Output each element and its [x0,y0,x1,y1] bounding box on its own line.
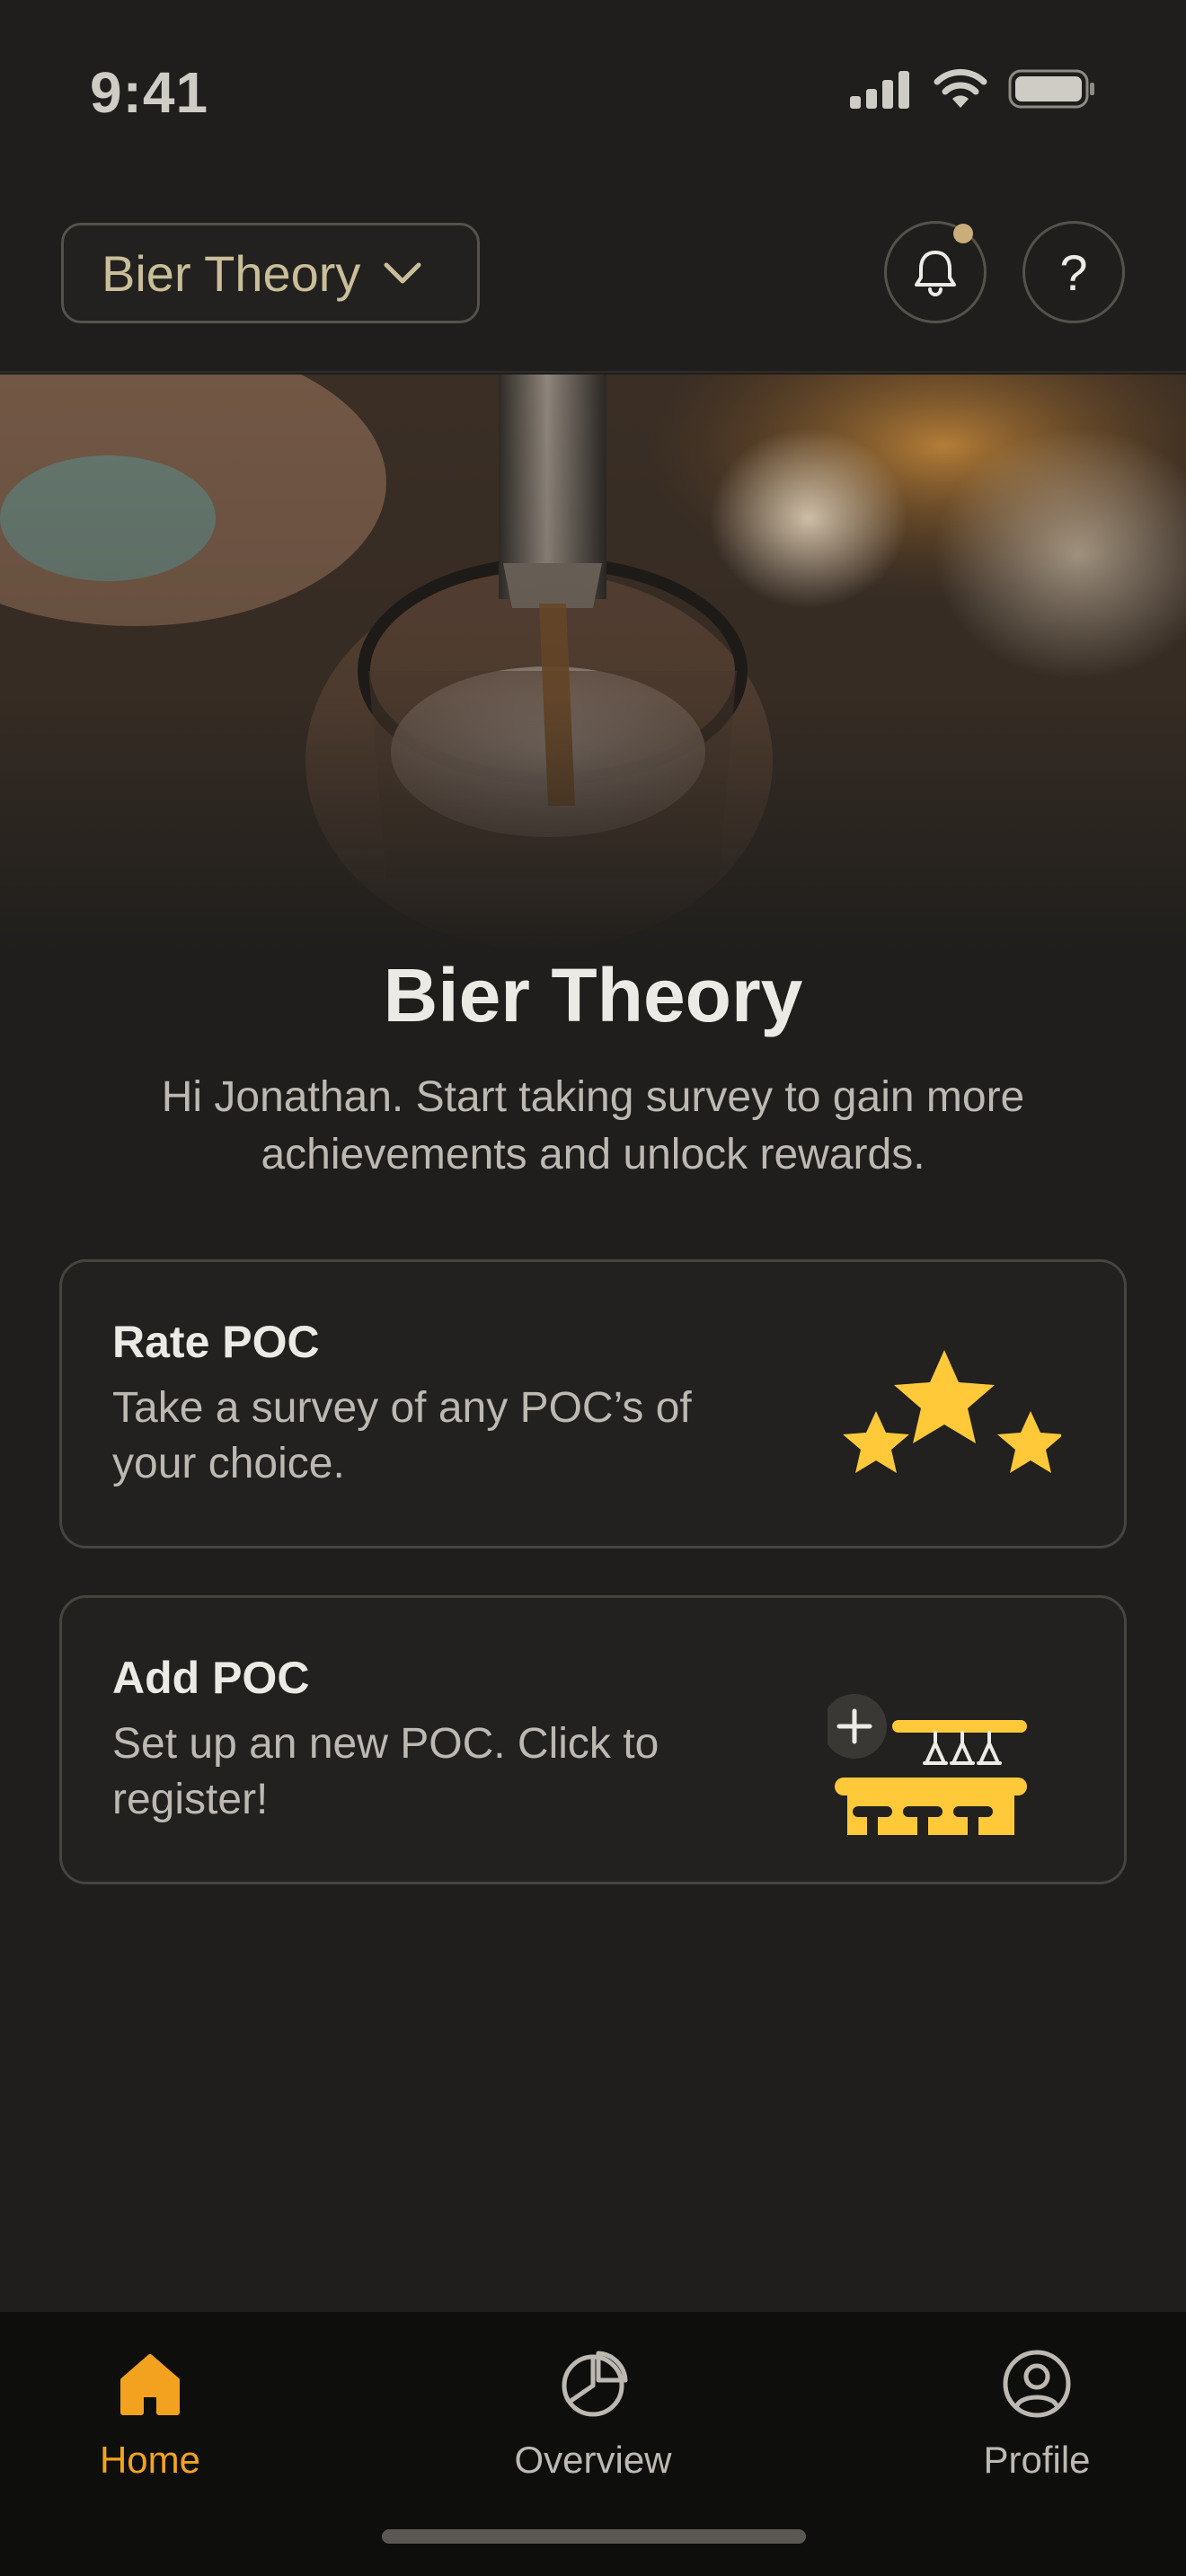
outlet-selector-label: Bier Theory [102,244,361,302]
notifications-button[interactable] [884,221,987,323]
add-poc-description: Set up an new POC. Click to register! [112,1720,659,1823]
rate-poc-card[interactable]: Rate POC Take a survey of any POC’s of y… [59,1259,1127,1548]
wifi-icon [934,68,987,108]
welcome-message: Hi Jonathan. Start taking survey to gain… [161,1073,1025,1178]
nav-item-profile[interactable]: Profile [920,2348,1154,2482]
nav-label-overview: Overview [514,2439,672,2481]
status-time: 9:41 [90,60,209,125]
nav-label-home: Home [99,2439,201,2481]
status-icons [848,68,1096,110]
home-icon [120,2354,180,2415]
nav-label-profile: Profile [983,2439,1091,2481]
nav-item-overview[interactable]: Overview [476,2348,710,2482]
nav-item-home[interactable]: Home [33,2348,267,2482]
bar-counter-add-icon [828,1694,1027,1835]
add-poc-card[interactable]: Add POC Set up an new POC. Click to regi… [59,1595,1127,1884]
chevron-down-icon [384,262,421,284]
hero-image [0,375,1186,958]
pie-chart-icon [562,2351,628,2417]
page-title: Bier Theory [383,953,803,1037]
notification-dot [953,224,973,243]
three-stars-icon [843,1350,1061,1473]
home-indicator [382,2529,806,2544]
help-button[interactable]: ? [1022,221,1125,323]
battery-icon [1008,69,1094,109]
add-poc-title: Add POC [112,1653,310,1703]
rate-poc-title: Rate POC [112,1317,320,1367]
status-bar: 9:41 [0,0,1186,180]
app-header: Bier Theory ? [0,180,1186,373]
outlet-selector[interactable]: Bier Theory [61,223,480,323]
rate-poc-description: Take a survey of any POC’s of your choic… [112,1384,692,1487]
bell-icon [915,251,956,296]
user-circle-icon [1003,2350,1071,2418]
help-icon: ? [1059,243,1088,301]
cellular-signal-icon [850,71,909,109]
beer-tap-photo [0,375,1186,958]
